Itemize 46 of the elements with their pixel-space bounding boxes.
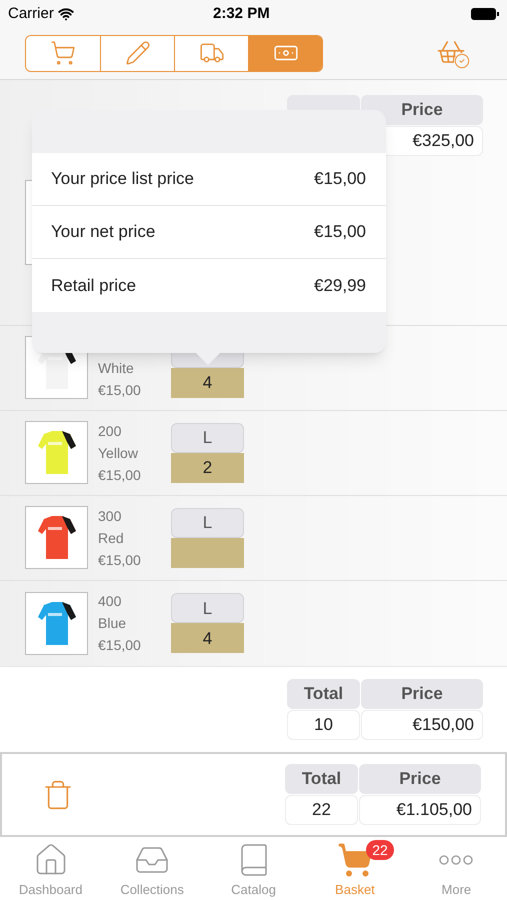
total-value: 22: [285, 795, 358, 826]
price-label: Retail price: [51, 274, 136, 297]
clock: 2:32 PM: [213, 4, 270, 24]
variant-number: 400: [98, 592, 122, 612]
quantity-field[interactable]: 4: [171, 368, 244, 398]
wifi-icon: [58, 6, 74, 22]
carrier-label: Carrier: [8, 4, 54, 24]
price-header: Price: [361, 678, 483, 709]
total-value: 10: [287, 710, 360, 740]
variant-price: €15,00: [98, 550, 142, 570]
price-amount: €15,00: [314, 221, 366, 244]
variant-color: Red: [98, 528, 125, 548]
total-header: Total: [285, 764, 358, 794]
price-header: Price: [359, 764, 481, 794]
battery-icon: [471, 8, 499, 20]
segment-tab[interactable]: [100, 36, 174, 71]
price-label: Your net price: [51, 221, 156, 244]
variant-number: 300: [98, 506, 122, 526]
variant-color: Yellow: [98, 444, 139, 463]
total-header: Total: [287, 678, 360, 709]
cart-icon: [336, 842, 373, 878]
price-value: €150,00: [361, 710, 483, 740]
variant-price: €15,00: [98, 466, 142, 485]
pencil-icon: [124, 40, 150, 66]
variant-color: White: [98, 358, 135, 378]
quantity-field[interactable]: 4: [171, 623, 244, 654]
price-label: Your price list price: [51, 168, 194, 190]
segment-tab[interactable]: [26, 36, 100, 71]
more-icon: [438, 855, 474, 866]
badge: 22: [366, 840, 394, 860]
tab-bar-item[interactable]: 22 Basket: [304, 837, 406, 900]
quantity-field[interactable]: [171, 538, 244, 568]
size-button[interactable]: L: [171, 508, 244, 538]
variant-price: €15,00: [98, 636, 142, 656]
quantity-field[interactable]: 2: [171, 452, 244, 483]
segment-tab[interactable]: [248, 36, 322, 71]
variant-number: 200: [98, 422, 122, 441]
price-amount: €29,99: [314, 274, 366, 297]
cart-icon: [50, 40, 76, 66]
variant-color: Blue: [98, 614, 128, 634]
size-button[interactable]: L: [171, 422, 244, 453]
segment-tab[interactable]: [174, 36, 248, 71]
size-button[interactable]: L: [171, 593, 244, 624]
price-value: €1.105,00: [359, 795, 481, 826]
price-amount: €15,00: [314, 168, 366, 190]
variant-price: €15,00: [98, 380, 142, 400]
